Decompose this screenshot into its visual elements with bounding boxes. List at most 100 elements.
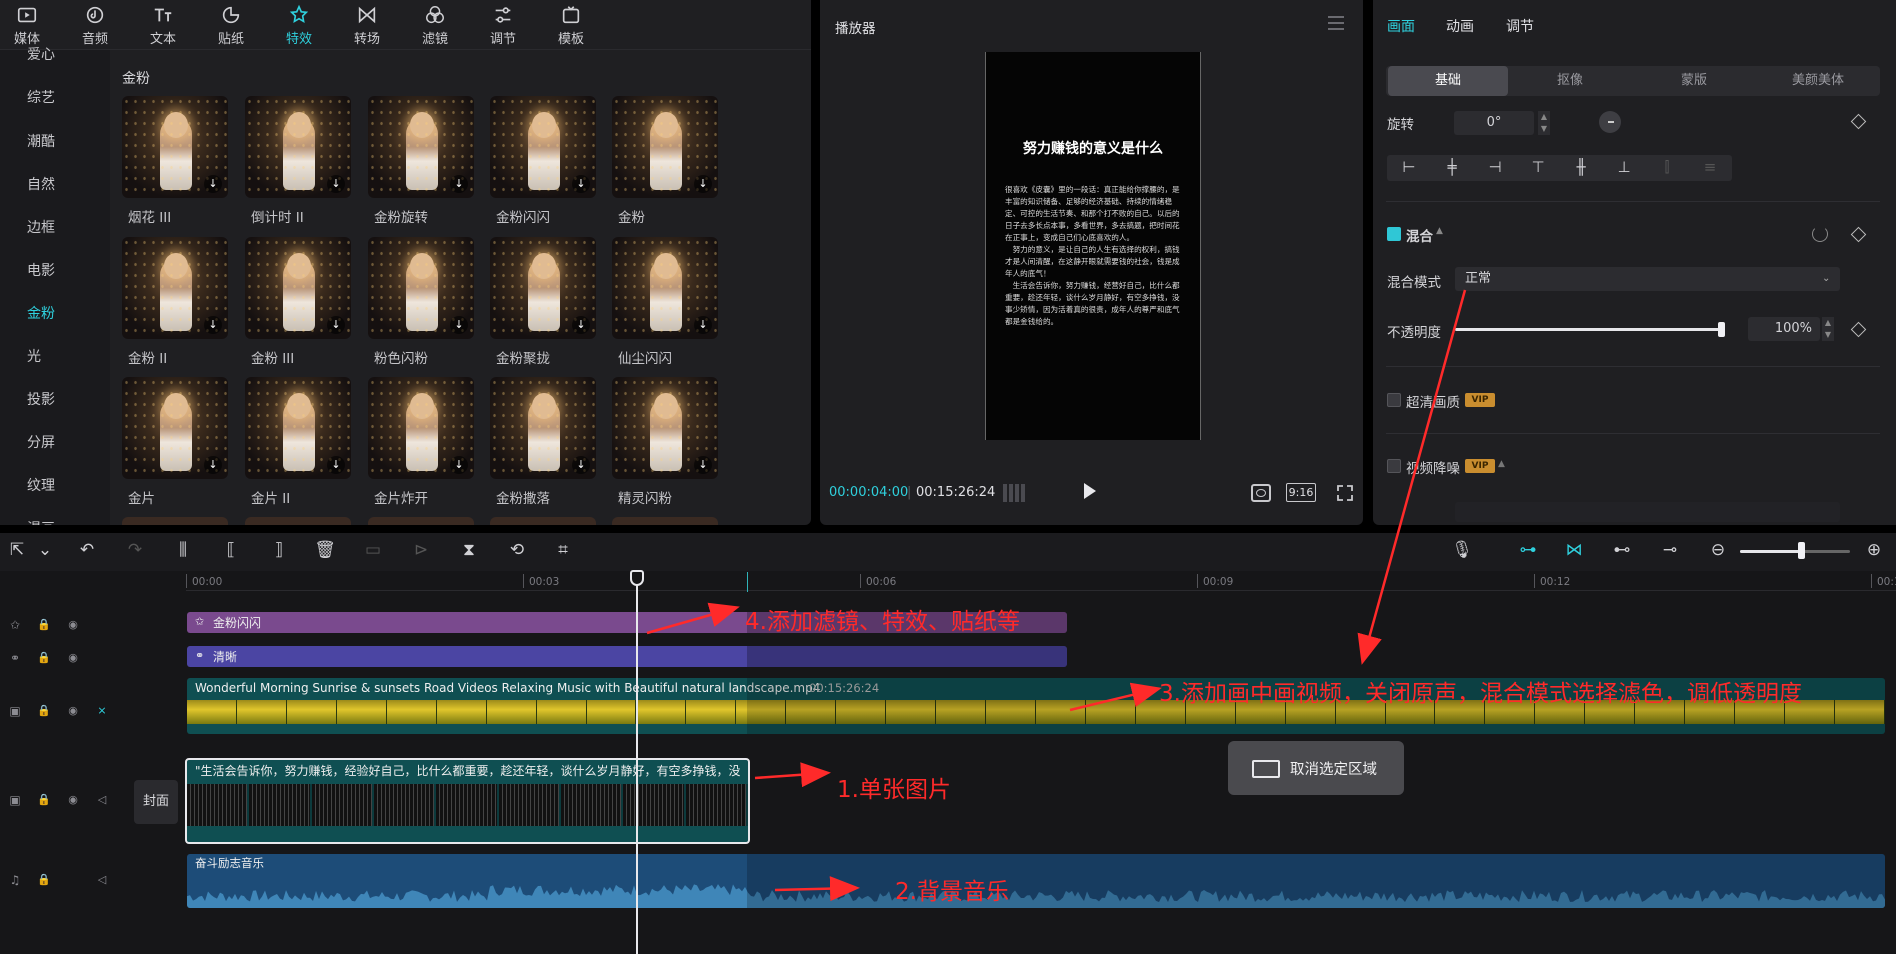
align-button-5[interactable]: ╫ (1570, 158, 1592, 178)
annotation-4: 4.添加滤镜、特效、贴纸等 (745, 609, 1020, 635)
align-button-2[interactable]: ╪ (1441, 158, 1463, 178)
effects-icon: ✩ (9, 618, 21, 632)
download-icon[interactable]: ↓ (694, 175, 712, 193)
mirror-icon[interactable]: ⧗ (458, 540, 480, 562)
video-track-icon: ▣ (9, 704, 21, 718)
effect-thumbnail[interactable]: ↓ (368, 237, 474, 339)
effect-thumbnail[interactable]: ↓ (245, 96, 351, 198)
ruler-tick: 00:15 (1877, 576, 1896, 588)
link-main-track-icon[interactable]: ⊶ (1516, 540, 1540, 562)
effect-thumbnail[interactable]: ↓ (612, 237, 718, 339)
zoom-slider-handle[interactable] (1798, 542, 1805, 559)
effect-label: 金片 II (251, 491, 291, 507)
download-icon[interactable]: ↓ (572, 175, 590, 193)
zoom-out-icon[interactable]: ⊖ (1706, 540, 1730, 562)
zoom-in-icon[interactable]: ⊕ (1862, 540, 1886, 562)
split-icon[interactable]: ⫼ (172, 540, 194, 562)
ruler-tick: 00:09 (1203, 576, 1234, 588)
lock-icon[interactable]: 🔒 (36, 872, 52, 888)
download-icon[interactable]: ↓ (327, 316, 345, 334)
download-icon[interactable]: ↓ (327, 456, 345, 474)
effect-label: 金粉撒落 (496, 491, 550, 507)
eye-icon[interactable]: ◉ (65, 650, 81, 666)
align-button-4[interactable]: ⊤ (1527, 158, 1549, 178)
effect-thumbnail[interactable]: ↓ (245, 237, 351, 339)
eye-icon[interactable]: ◉ (65, 792, 81, 808)
effect-label: 金粉 III (251, 351, 295, 367)
download-icon[interactable]: ↓ (450, 316, 468, 334)
eye-icon[interactable]: ◉ (65, 703, 81, 719)
effect-thumbnail[interactable] (368, 517, 474, 525)
undo-icon[interactable]: ↶ (76, 540, 98, 562)
select-icon[interactable]: ⇱ (6, 540, 28, 562)
lock-icon[interactable]: 🔒 (36, 792, 52, 808)
download-icon[interactable]: ↓ (694, 316, 712, 334)
speaker-icon[interactable]: ◁ (94, 792, 110, 808)
download-icon[interactable]: ↓ (572, 316, 590, 334)
download-icon[interactable]: ↓ (327, 175, 345, 193)
split-left-icon[interactable]: ⟦ (220, 540, 242, 562)
preview-axis-icon[interactable]: ⊸ (1658, 540, 1682, 562)
microphone-icon[interactable]: 🎙 (1450, 540, 1474, 562)
effect-thumbnail[interactable]: ↓ (490, 377, 596, 479)
align-button-3[interactable]: ⊣ (1484, 158, 1506, 178)
download-icon[interactable]: ↓ (694, 456, 712, 474)
effect-label: 金粉 (618, 210, 645, 226)
crop-icon[interactable]: ⌗ (552, 540, 574, 562)
annotation-1: 1.单张图片 (837, 777, 951, 803)
align-button-7[interactable]: ⫿ (1656, 158, 1678, 178)
split-right-icon[interactable]: ⟧ (268, 540, 290, 562)
effect-thumbnail[interactable]: ↓ (368, 96, 474, 198)
ruler-tick: 00:03 (529, 576, 560, 588)
effect-thumbnail[interactable]: ↓ (122, 96, 228, 198)
lock-icon[interactable]: 🔒 (36, 617, 52, 633)
download-icon[interactable]: ↓ (204, 316, 222, 334)
effect-label: 粉色闪粉 (374, 351, 428, 367)
download-icon[interactable]: ↓ (572, 456, 590, 474)
effect-thumbnail[interactable]: ↓ (612, 377, 718, 479)
effect-thumbnail[interactable]: ↓ (368, 377, 474, 479)
effect-thumbnail[interactable]: ↓ (490, 96, 596, 198)
align-button-8[interactable]: ≡ (1699, 158, 1721, 178)
effect-label: 金粉聚拢 (496, 351, 550, 367)
effect-label: 烟花 III (128, 210, 172, 226)
effect-label: 精灵闪粉 (618, 491, 672, 507)
effect-thumbnail[interactable]: ↓ (245, 377, 351, 479)
effect-label: 金粉旋转 (374, 210, 428, 226)
ruler-tick: 00:00 (192, 576, 223, 588)
download-icon[interactable]: ↓ (204, 456, 222, 474)
effect-thumbnail[interactable] (245, 517, 351, 525)
rotate-icon[interactable]: ⟲ (506, 540, 528, 562)
delete-icon[interactable]: 🗑 (314, 540, 336, 562)
effect-thumbnail[interactable] (122, 517, 228, 525)
snap-icon[interactable]: ⋈ (1562, 540, 1586, 562)
lock-icon[interactable]: 🔒 (36, 703, 52, 719)
filter-icon: ⚭ (9, 651, 21, 665)
effect-thumbnail[interactable]: ↓ (122, 377, 228, 479)
download-icon[interactable]: ↓ (450, 456, 468, 474)
eye-icon[interactable]: ◉ (65, 617, 81, 633)
effect-thumbnail[interactable] (490, 517, 596, 525)
annotation-2: 2.背景音乐 (895, 879, 1009, 905)
effect-thumbnail[interactable]: ↓ (612, 96, 718, 198)
chevron-down-icon[interactable]: ⌄ (34, 540, 56, 562)
effect-thumbnail[interactable]: ↓ (490, 237, 596, 339)
link-icon[interactable]: ⊷ (1610, 540, 1634, 562)
align-button-1[interactable]: ⊢ (1398, 158, 1420, 178)
freeze-icon[interactable]: ▭ (362, 540, 384, 562)
download-icon[interactable]: ↓ (204, 175, 222, 193)
speaker-icon[interactable]: ◁ (94, 872, 110, 888)
redo-icon[interactable]: ↷ (124, 540, 146, 562)
reverse-icon[interactable]: ⊳ (410, 540, 432, 562)
ruler-tick: 00:06 (866, 576, 897, 588)
mute-icon[interactable]: ⨯ (94, 703, 110, 719)
lock-icon[interactable]: 🔒 (36, 650, 52, 666)
align-button-6[interactable]: ⊥ (1613, 158, 1635, 178)
effect-thumbnail[interactable] (612, 517, 718, 525)
effect-thumbnail[interactable]: ↓ (122, 237, 228, 339)
download-icon[interactable]: ↓ (450, 175, 468, 193)
zoom-slider-fill (1740, 550, 1802, 553)
effect-label: 倒计时 II (251, 210, 304, 226)
effect-label: 仙尘闪闪 (618, 351, 672, 367)
annotation-3: 3.添加画中画视频，关闭原声，混合模式选择滤色，调低透明度 (1159, 681, 1802, 707)
